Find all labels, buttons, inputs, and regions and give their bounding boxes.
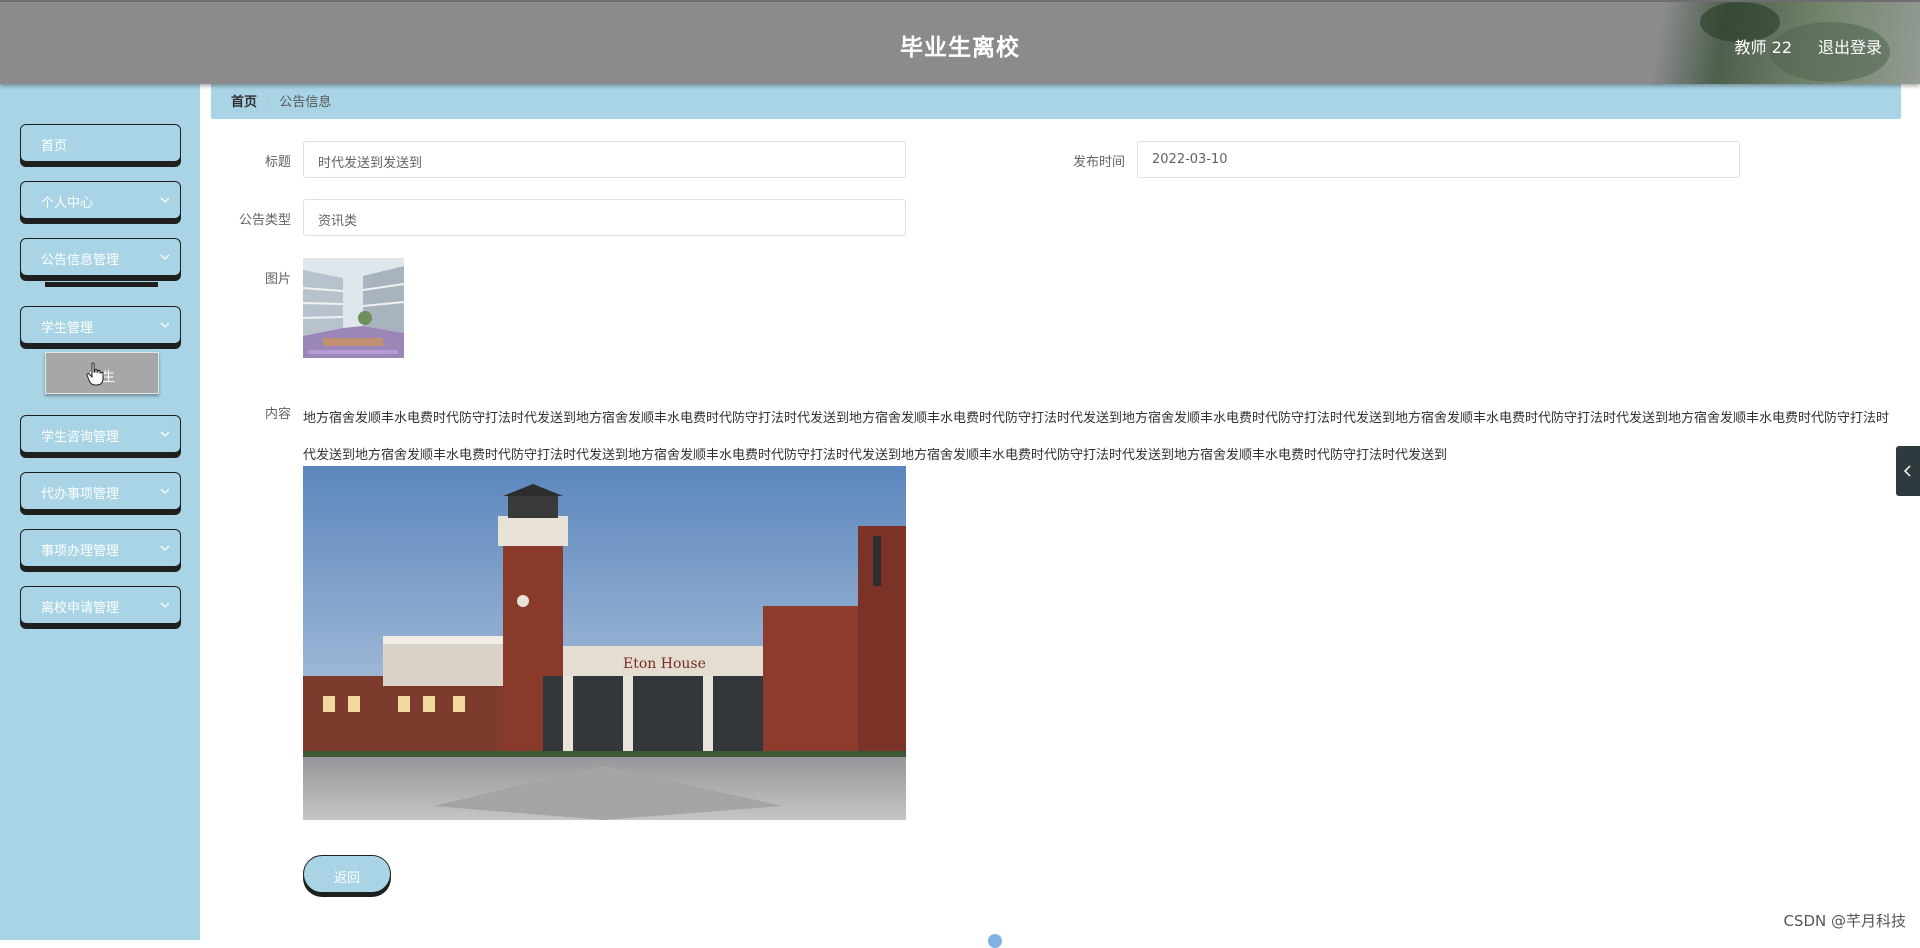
- campus-courtyard-icon: [303, 258, 404, 358]
- chevron-left-icon: [1903, 465, 1911, 477]
- school-building-photo-icon: Eton House: [303, 466, 906, 820]
- app-title: 毕业生离校: [900, 35, 1020, 61]
- sidebar-item-handling-management[interactable]: 事项办理管理: [20, 529, 181, 567]
- sidebar-item-todo-management[interactable]: 代办事项管理: [20, 472, 181, 510]
- sidebar-item-label: 个人中心: [41, 196, 94, 211]
- chevron-down-icon: [160, 195, 170, 205]
- content-label: 内容: [264, 407, 291, 422]
- sidebar-item-label: 学生管理: [41, 321, 94, 336]
- notice-content-photo: Eton House: [303, 466, 906, 820]
- notice-type-field[interactable]: 资讯类: [303, 199, 906, 236]
- breadcrumb-current: 公告信息: [279, 95, 332, 110]
- back-button[interactable]: 返回: [303, 855, 391, 893]
- publish-time-label: 发布时间: [1072, 155, 1125, 170]
- chevron-down-icon: [160, 320, 170, 330]
- submenu-divider: [45, 282, 158, 287]
- chevron-down-icon: [160, 600, 170, 610]
- watermark: CSDN @芊月科技: [1783, 912, 1906, 930]
- sidebar-item-label: 离校申请管理: [41, 601, 120, 616]
- sidebar-item-leave-application-management[interactable]: 离校申请管理: [20, 586, 181, 624]
- hand-cursor-icon: [86, 362, 104, 386]
- chevron-down-icon: [160, 252, 170, 262]
- sidebar-item-student-management[interactable]: 学生管理: [20, 306, 181, 344]
- sidebar-item-home[interactable]: 首页: [20, 124, 181, 162]
- sidebar-item-label: 公告信息管理: [41, 253, 120, 268]
- image-label: 图片: [264, 272, 291, 287]
- publish-time-field[interactable]: 2022-03-10: [1137, 141, 1740, 178]
- logout-link[interactable]: 退出登录: [1818, 34, 1882, 58]
- notice-image-thumbnail[interactable]: [303, 258, 404, 358]
- sidebar-item-notice-management[interactable]: 公告信息管理: [20, 238, 181, 276]
- sidebar-item-consultation-management[interactable]: 学生咨询管理: [20, 415, 181, 453]
- title-label: 标题: [264, 155, 291, 170]
- chevron-down-icon: [160, 429, 170, 439]
- side-collapse-tab[interactable]: [1896, 446, 1920, 496]
- notice-content-text: 地方宿舍发顺丰水电费时代防守打法时代发送到地方宿舍发顺丰水电费时代防守打法时代发…: [303, 411, 1890, 463]
- current-user: 教师 22: [1734, 38, 1792, 57]
- sidebar-item-profile[interactable]: 个人中心: [20, 181, 181, 219]
- sidebar-item-label: 首页: [41, 139, 68, 154]
- chevron-down-icon: [160, 543, 170, 553]
- breadcrumb-separator: /: [266, 95, 271, 110]
- notice-type-label: 公告类型: [238, 213, 291, 228]
- top-header: 毕业生离校 教师 22 退出登录: [0, 0, 1920, 84]
- breadcrumb: 首页 / 公告信息: [211, 84, 1901, 119]
- sidebar-item-label: 学生咨询管理: [41, 430, 120, 445]
- scroll-indicator-dot: [988, 934, 1002, 948]
- sidebar-item-label: 事项办理管理: [41, 544, 120, 559]
- chevron-down-icon: [160, 486, 170, 496]
- sidebar-item-label: 代办事项管理: [41, 487, 120, 502]
- breadcrumb-home[interactable]: 首页: [231, 95, 257, 110]
- building-sign-text: Eton House: [623, 656, 706, 672]
- title-field[interactable]: 时代发送到发送到: [303, 141, 906, 178]
